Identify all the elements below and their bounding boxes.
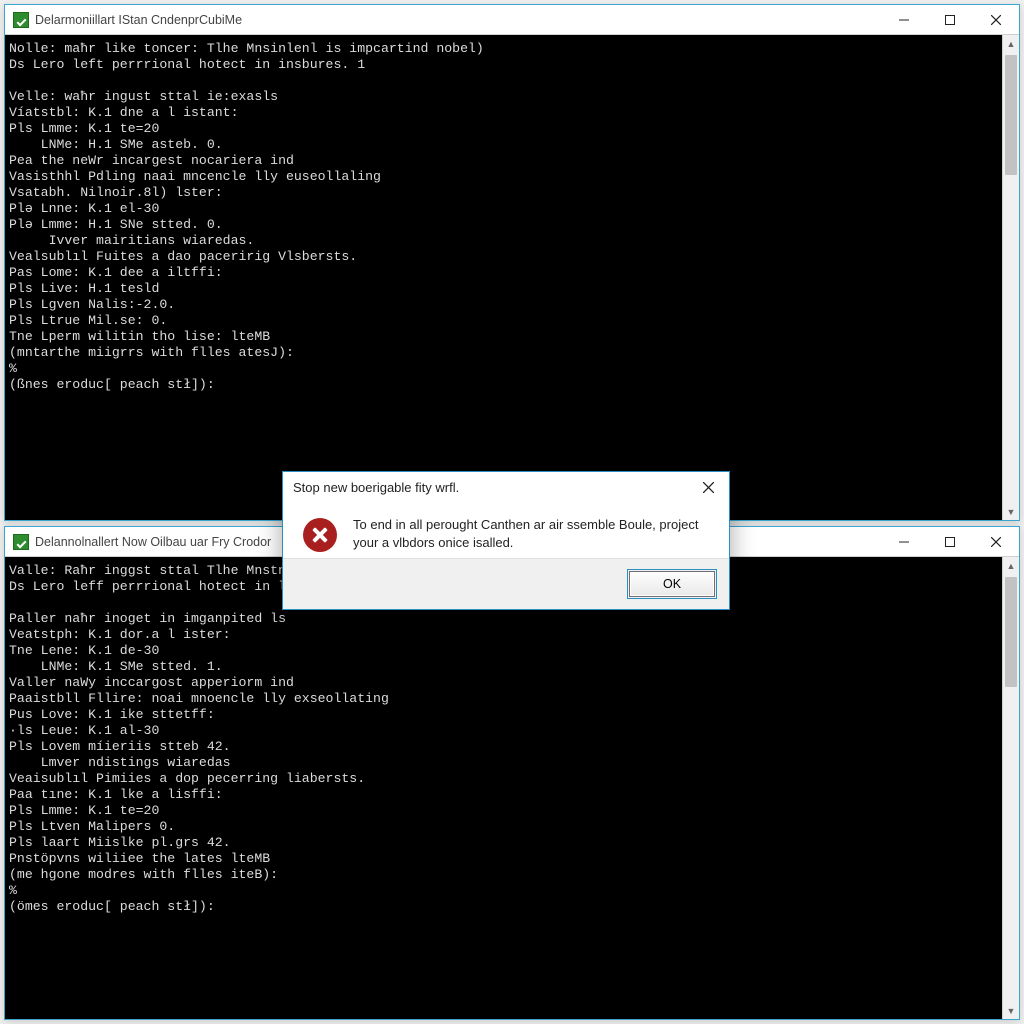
app-icon <box>13 12 29 28</box>
close-icon <box>991 537 1001 547</box>
dialog-message: To end in all perought Canthen ar air ss… <box>353 516 709 552</box>
ok-button[interactable]: OK <box>629 571 715 597</box>
window-controls-bottom <box>881 527 1019 556</box>
terminal-body-top: Nolle: maħr like toncer: Tlhe Mnsinlenl … <box>5 35 1019 520</box>
dialog-title: Stop new boerigable fity wrfl. <box>293 480 459 495</box>
minimize-icon <box>899 537 909 547</box>
scroll-down-icon[interactable]: ▼ <box>1003 503 1019 520</box>
scroll-thumb-bottom[interactable] <box>1005 577 1017 687</box>
dialog-close-button[interactable] <box>687 472 729 502</box>
titlebar-top[interactable]: Delarmoniillart IStan CndenprCubiMe <box>5 5 1019 35</box>
terminal-output-top[interactable]: Nolle: maħr like toncer: Tlhe Mnsinlenl … <box>5 35 1002 520</box>
scrollbar-bottom[interactable]: ▲ ▼ <box>1002 557 1019 1019</box>
terminal-window-top: Delarmoniillart IStan CndenprCubiMe Noll… <box>4 4 1020 521</box>
maximize-icon <box>945 15 955 25</box>
close-button[interactable] <box>973 5 1019 34</box>
app-icon <box>13 534 29 550</box>
scroll-thumb-top[interactable] <box>1005 55 1017 175</box>
terminal-output-bottom[interactable]: Valle: Raħr inggst sttal Tlhe Mnstno Ds … <box>5 557 1002 1019</box>
dialog-button-row: OK <box>283 558 729 609</box>
minimize-icon <box>899 15 909 25</box>
error-icon <box>303 518 337 552</box>
close-icon <box>991 15 1001 25</box>
dialog-body: To end in all perought Canthen ar air ss… <box>283 502 729 558</box>
error-dialog: Stop new boerigable fity wrfl. To end in… <box>282 471 730 610</box>
terminal-body-bottom: Valle: Raħr inggst sttal Tlhe Mnstno Ds … <box>5 557 1019 1019</box>
minimize-button[interactable] <box>881 527 927 556</box>
maximize-button[interactable] <box>927 5 973 34</box>
close-button[interactable] <box>973 527 1019 556</box>
window-title-top: Delarmoniillart IStan CndenprCubiMe <box>35 13 881 27</box>
window-controls-top <box>881 5 1019 34</box>
scroll-up-icon[interactable]: ▲ <box>1003 35 1019 52</box>
scrollbar-top[interactable]: ▲ ▼ <box>1002 35 1019 520</box>
maximize-icon <box>945 537 955 547</box>
dialog-titlebar[interactable]: Stop new boerigable fity wrfl. <box>283 472 729 502</box>
scroll-down-icon[interactable]: ▼ <box>1003 1002 1019 1019</box>
close-icon <box>703 482 714 493</box>
minimize-button[interactable] <box>881 5 927 34</box>
scroll-up-icon[interactable]: ▲ <box>1003 557 1019 574</box>
maximize-button[interactable] <box>927 527 973 556</box>
